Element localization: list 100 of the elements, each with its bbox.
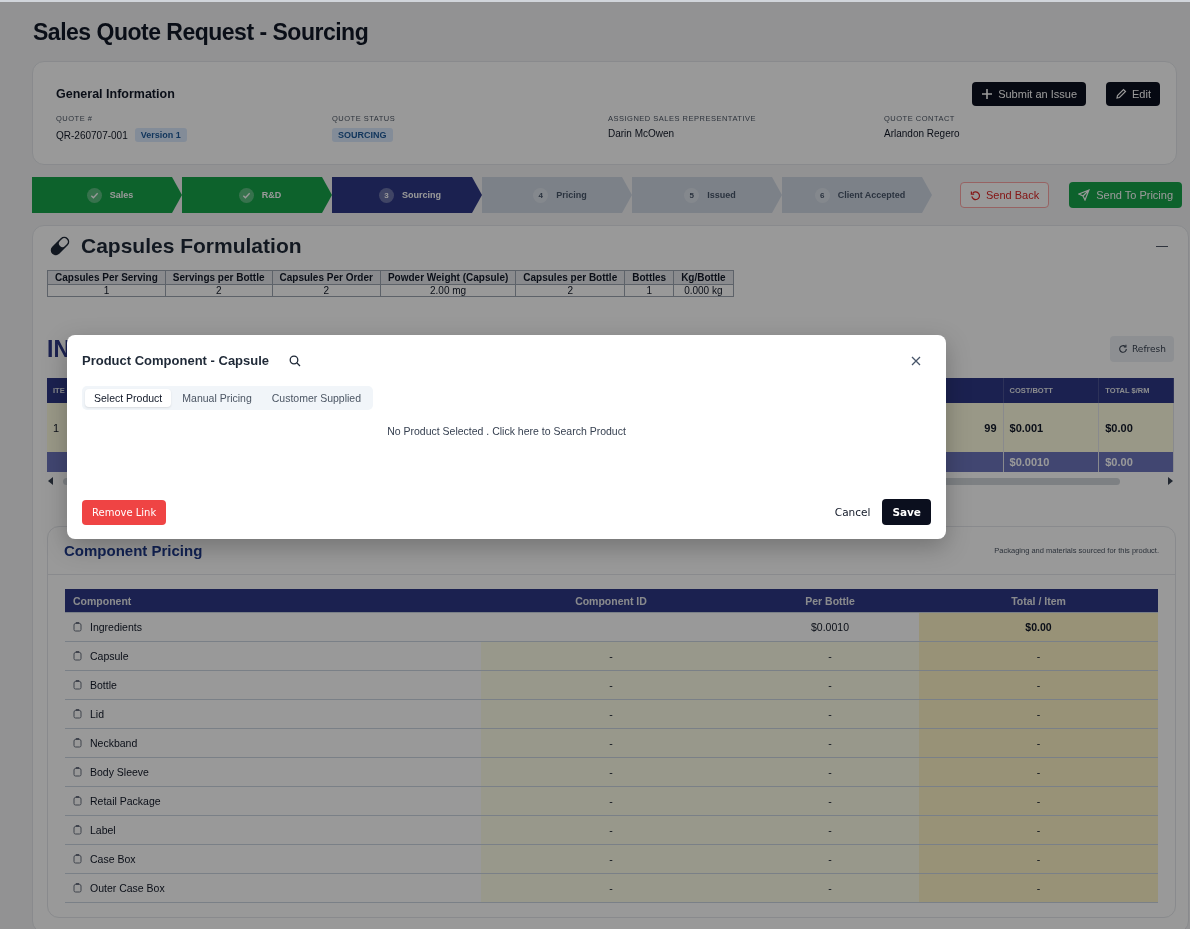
remove-link-button[interactable]: Remove Link xyxy=(82,499,167,525)
column-header: Component ID xyxy=(574,593,648,609)
column-header: Capsules Per Serving xyxy=(47,270,166,285)
table-cell: - xyxy=(1036,766,1041,778)
table-cell: - xyxy=(828,650,832,662)
section-title: General Information xyxy=(56,87,175,101)
component-name: Label xyxy=(90,824,116,836)
component-icon xyxy=(73,709,82,719)
component-name: Ingredients xyxy=(90,621,142,633)
component-name: Neckband xyxy=(90,737,138,749)
component-icon xyxy=(73,883,82,893)
component-icon xyxy=(73,622,82,632)
total-cell: $0.0010 xyxy=(1003,452,1100,472)
page-title: Sales Quote Request - Sourcing xyxy=(33,18,370,47)
component-icon xyxy=(73,825,82,835)
table-cell: - xyxy=(609,882,613,894)
table-cell: 2 xyxy=(272,284,381,297)
table-cell: - xyxy=(1036,679,1041,691)
dialog-title: Product Component - Capsule xyxy=(82,353,270,368)
section-title: Component Pricing xyxy=(64,542,203,559)
component-icon xyxy=(73,680,82,690)
table-cell: - xyxy=(1036,882,1041,894)
step-label: Sales xyxy=(109,190,134,200)
table-cell: - xyxy=(609,679,613,691)
table-cell: - xyxy=(1036,824,1041,836)
search-icon[interactable] xyxy=(289,354,302,367)
cancel-button[interactable]: Cancel xyxy=(831,500,874,524)
table-cell: - xyxy=(828,853,832,865)
table-cell: - xyxy=(609,824,613,836)
step-label: R&D xyxy=(261,190,282,200)
table-cell: - xyxy=(1036,650,1041,662)
step-number: 3 xyxy=(384,190,389,200)
table-cell: - xyxy=(828,679,832,691)
step-label: Pricing xyxy=(556,190,587,200)
step-number: 6 xyxy=(819,190,825,200)
table-cell: 2.00 mg xyxy=(380,284,516,297)
submit-issue-button[interactable]: Submit an Issue xyxy=(972,82,1087,106)
search-product-link[interactable]: No Product Selected . Click here to Search Product xyxy=(387,425,626,437)
plus-icon xyxy=(981,88,994,100)
field-value: QR-260707-001 xyxy=(56,129,128,141)
column-header: Servings per Bottle xyxy=(165,270,273,285)
column-header: Component xyxy=(72,593,133,609)
component-name: Lid xyxy=(90,708,104,720)
scroll-right-icon xyxy=(1166,477,1174,485)
component-icon xyxy=(73,738,82,748)
component-name: Body Sleeve xyxy=(90,766,149,778)
table-cell: 2 xyxy=(165,284,273,297)
version-badge: Version 1 xyxy=(134,128,187,142)
table-cell: - xyxy=(1036,853,1041,865)
table-cell: 2 xyxy=(515,284,625,297)
step-number: 4 xyxy=(538,190,543,200)
table-cell: - xyxy=(609,795,613,807)
refresh-button[interactable]: Refresh xyxy=(1110,336,1174,362)
table-cell: - xyxy=(1036,795,1041,807)
component-name: Bottle xyxy=(90,679,117,691)
pencil-icon xyxy=(1115,88,1128,100)
dialog-tab[interactable]: Select Product xyxy=(85,389,172,407)
table-cell: - xyxy=(1036,737,1041,749)
send-back-button[interactable]: Send Back xyxy=(960,182,1050,208)
component-icon xyxy=(73,651,82,661)
table-cell: - xyxy=(609,708,613,720)
refresh-icon xyxy=(1118,344,1128,354)
dialog-tab[interactable]: Manual Pricing xyxy=(173,389,261,407)
total-cell: $0.00 xyxy=(1099,452,1174,472)
dialog-tab[interactable]: Customer Supplied xyxy=(262,389,371,407)
column-header: Per Bottle xyxy=(804,593,856,609)
step-label: Issued xyxy=(707,190,736,200)
component-name: Case Box xyxy=(90,853,136,865)
send-icon xyxy=(1078,189,1091,201)
component-name: Retail Package xyxy=(90,795,161,807)
table-cell: - xyxy=(828,882,832,894)
component-name: Capsule xyxy=(90,650,129,662)
edit-button[interactable]: Edit xyxy=(1106,82,1160,106)
table-cell: - xyxy=(828,795,832,807)
table-cell: 1 xyxy=(47,284,166,297)
step-label: Client Accepted xyxy=(837,190,906,200)
collapse-button[interactable]: — xyxy=(1156,239,1168,253)
component-name: Outer Case Box xyxy=(90,882,165,894)
close-icon[interactable] xyxy=(911,355,921,366)
undo-icon xyxy=(970,189,981,201)
table-cell: $0.0010 xyxy=(811,621,849,633)
component-icon xyxy=(73,767,82,777)
component-icon xyxy=(73,854,82,864)
check-icon xyxy=(89,190,99,200)
save-button[interactable]: Save xyxy=(882,499,931,525)
column-header: Kg/Bottle xyxy=(673,270,734,285)
table-cell: - xyxy=(609,650,613,662)
table-cell: $0.00 xyxy=(1025,621,1052,633)
column-header: Bottles xyxy=(624,270,674,285)
column-header: Total / Item xyxy=(1010,593,1067,609)
field-value: Arlandon Regero xyxy=(884,128,960,139)
step-label: Sourcing xyxy=(402,190,441,200)
table-cell: - xyxy=(609,853,613,865)
column-header: Powder Weight (Capsule) xyxy=(380,270,516,285)
table-cell: 1 xyxy=(624,284,674,297)
scroll-left-icon xyxy=(47,477,55,485)
table-cell: - xyxy=(609,766,613,778)
table-cell: 0.000 kg xyxy=(673,284,734,297)
check-icon xyxy=(241,190,251,200)
column-header: Capsules Per Order xyxy=(272,270,381,285)
